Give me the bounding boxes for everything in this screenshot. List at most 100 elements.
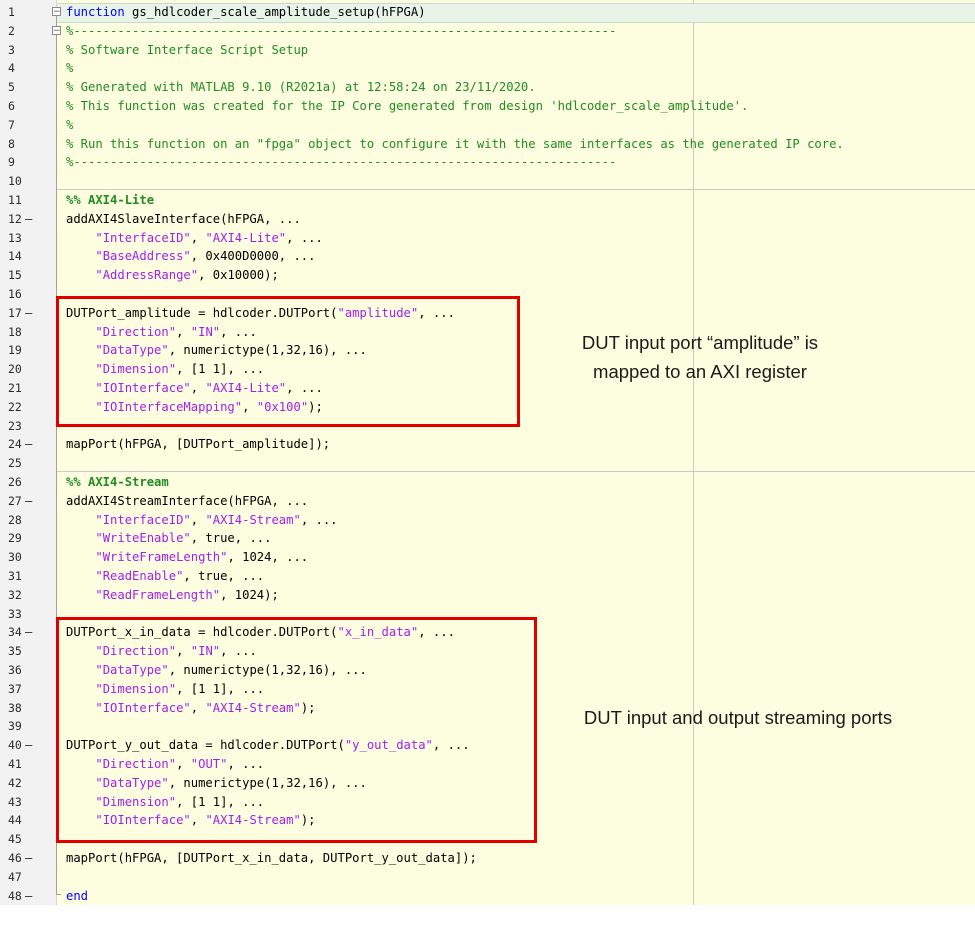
line-number: 10: [8, 174, 22, 189]
code-token: "ReadEnable": [95, 569, 184, 583]
line-code: "ReadFrameLength", 1024);: [66, 586, 279, 605]
breakpoint-marker[interactable]: –: [25, 849, 32, 868]
line-number: 2: [8, 23, 15, 38]
breakpoint-marker[interactable]: –: [25, 210, 32, 229]
line-code: %: [66, 59, 73, 78]
line-number: 1: [8, 5, 15, 19]
code-token: "WriteFrameLength": [95, 550, 228, 565]
streaming-annotation: DUT input and output streaming ports: [583, 707, 893, 728]
line-code: % Run this function on an "fpga" object …: [66, 135, 844, 154]
line-number: 20: [8, 362, 22, 377]
line-number: 32: [8, 587, 22, 602]
line-number: 33: [8, 606, 22, 621]
line-number: 13: [8, 230, 22, 245]
code-token: mapPort(hFPGA, [DUTPort_amplitude]);: [66, 437, 331, 452]
amplitude-port-highlight-box: [56, 296, 520, 427]
code-token: "AXI4-Lite": [205, 230, 287, 245]
line-number: 5: [8, 80, 15, 95]
code-token: "AddressRange": [95, 268, 199, 283]
line-number: 9: [8, 155, 15, 170]
code-token: "InterfaceID": [95, 512, 191, 527]
line-number: 38: [8, 700, 22, 715]
breakpoint-marker[interactable]: –: [25, 435, 32, 454]
breakpoint-marker[interactable]: –: [25, 304, 32, 323]
code-token: , ...: [286, 230, 323, 245]
cell-divider: [57, 471, 975, 472]
code-token: "InterfaceID": [95, 230, 191, 245]
line-number: 3: [8, 42, 15, 57]
fold-minus-icon[interactable]: −: [52, 26, 61, 36]
line-code: "InterfaceID", "AXI4-Lite", ...: [66, 229, 323, 248]
line-number: 4: [8, 61, 15, 76]
line-number: 19: [8, 343, 22, 358]
line-code: %% AXI4-Stream: [66, 473, 169, 492]
line-number: 42: [8, 775, 22, 790]
code-token: , 1024, ...: [227, 550, 309, 565]
line-number: 43: [8, 794, 22, 809]
streaming-ports-highlight-box: [56, 617, 537, 843]
line-number: 18: [8, 324, 22, 339]
fold-end: [56, 894, 61, 895]
code-token: "ReadFrameLength": [95, 587, 221, 602]
line-number: 14: [8, 249, 22, 264]
breakpoint-marker[interactable]: –: [25, 736, 32, 755]
line-code: function gs_hdlcoder_scale_amplitude_set…: [66, 3, 426, 22]
line-number: 39: [8, 719, 22, 734]
amplitude-annotation: DUT input port “amplitude” is mapped to …: [581, 332, 819, 382]
line-number: 37: [8, 681, 22, 696]
code-token: % This function was created for the IP C…: [66, 99, 749, 113]
code-token: end: [66, 888, 89, 903]
line-code: % Software Interface Script Setup: [66, 41, 308, 60]
line-number: 11: [8, 193, 22, 207]
code-token: addAXI4StreamInterface(hFPGA, ...: [66, 493, 309, 508]
line-code: % This function was created for the IP C…: [66, 97, 748, 116]
code-token: ,: [190, 512, 206, 527]
line-number: 28: [8, 512, 22, 527]
code-token: gs_hdlcoder_scale_amplitude_setup(hFPGA): [124, 5, 426, 19]
code-token: ,: [190, 230, 206, 245]
fold-minus-icon[interactable]: −: [52, 7, 61, 17]
line-code: addAXI4StreamInterface(hFPGA, ...: [66, 492, 308, 511]
line-number: 35: [8, 644, 22, 659]
line-number: 41: [8, 757, 22, 771]
code-token: , true, ...: [183, 569, 265, 583]
code-token: addAXI4SlaveInterface(hFPGA, ...: [66, 211, 301, 226]
line-number: 36: [8, 663, 22, 677]
line-code: %: [66, 116, 73, 135]
line-number: 7: [8, 117, 15, 132]
code-token: "AXI4-Stream": [205, 512, 301, 527]
line-code: "ReadEnable", true, ...: [66, 567, 264, 586]
line-number: 21: [8, 381, 22, 395]
line-number: 47: [8, 869, 22, 884]
line-code: mapPort(hFPGA, [DUTPort_x_in_data, DUTPo…: [66, 849, 477, 868]
breakpoint-marker[interactable]: –: [25, 492, 32, 511]
line-number: 8: [8, 136, 15, 151]
line-number: 29: [8, 531, 22, 546]
line-number: 45: [8, 832, 22, 847]
code-token: , 0x400D0000, ...: [190, 249, 316, 264]
breakpoint-marker[interactable]: –: [25, 887, 32, 906]
cell-divider: [57, 189, 975, 190]
line-number: 31: [8, 569, 22, 583]
line-number: 16: [8, 287, 22, 301]
line-code: %---------------------------------------…: [66, 22, 616, 41]
fold-guide: [56, 16, 57, 26]
line-code: mapPort(hFPGA, [DUTPort_amplitude]);: [66, 435, 330, 454]
code-token: % Software Interface Script Setup: [66, 42, 309, 57]
code-token: , 1024);: [220, 587, 279, 602]
line-number: 15: [8, 268, 22, 283]
code-token: % Run this function on an "fpga" object …: [66, 136, 844, 151]
line-number: 26: [8, 475, 22, 489]
breakpoint-marker[interactable]: –: [25, 623, 32, 642]
line-number: 25: [8, 456, 22, 471]
code-token: %% AXI4-Stream: [66, 475, 169, 489]
line-code: end: [66, 887, 88, 906]
code-token: %: [66, 117, 74, 132]
line-code: "BaseAddress", 0x400D0000, ...: [66, 247, 316, 266]
line-code: "WriteEnable", true, ...: [66, 529, 271, 548]
